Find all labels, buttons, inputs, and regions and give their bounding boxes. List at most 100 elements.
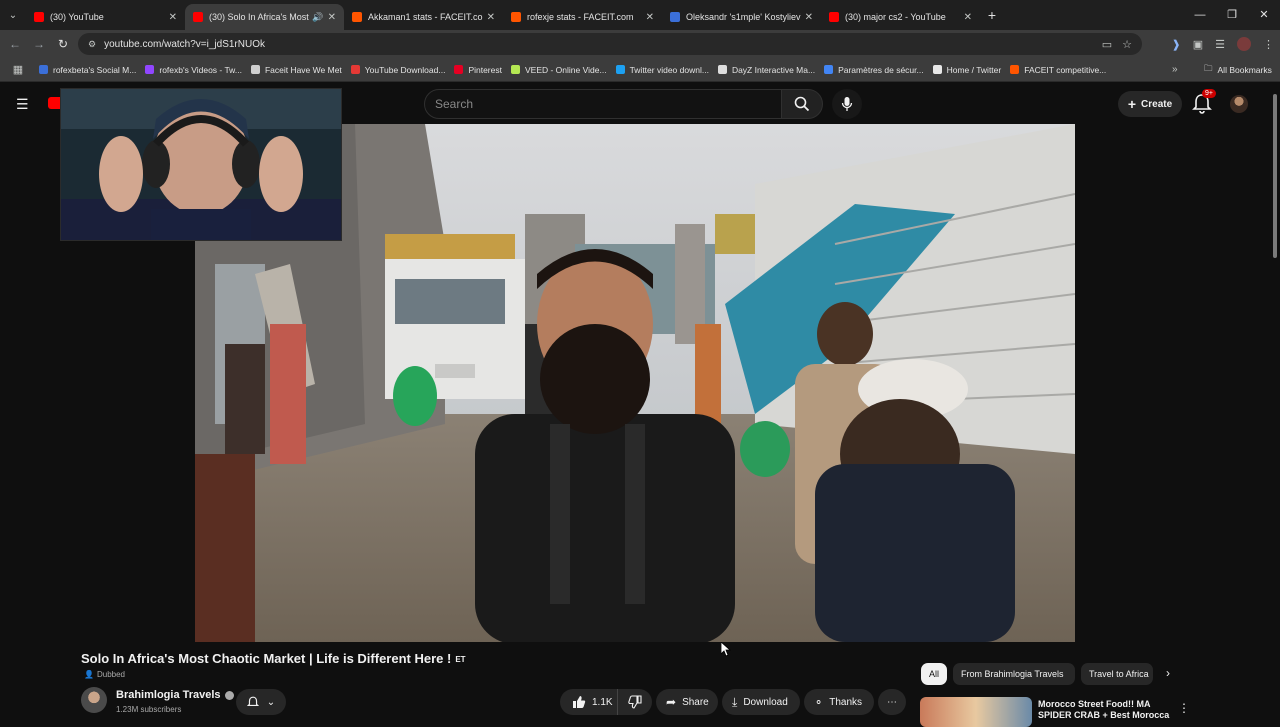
youtube-icon [34, 12, 44, 22]
share-button[interactable]: ➦ Share [656, 689, 718, 715]
tab-close-icon[interactable]: ✕ [169, 12, 177, 23]
tab-close-icon[interactable]: ✕ [328, 12, 336, 23]
search-input[interactable]: Search [424, 89, 782, 119]
forward-icon[interactable]: → [27, 37, 51, 51]
tab-title: Akkaman1 stats - FACEIT.com [368, 12, 483, 22]
bookmark-favicon-icon [615, 65, 625, 74]
bookmark-favicon-icon [510, 65, 520, 74]
bookmark-item[interactable]: rofexbeta's Social M... [39, 65, 136, 75]
tab-close-icon[interactable]: ✕ [964, 12, 972, 23]
tab-title: (30) YouTube [50, 12, 104, 22]
bookmark-label: VEED - Online Vide... [524, 64, 607, 75]
create-label: Create [1141, 98, 1173, 110]
address-bar[interactable]: ⚙ youtube.com/watch?v=i_jdS1rNUOk ▭ ☆ [78, 33, 1142, 55]
download-button[interactable]: ⤓ Download [722, 689, 800, 715]
close-window-icon[interactable]: ✕ [1248, 0, 1280, 30]
bookmark-label: rofexbeta's Social M... [53, 64, 137, 75]
recommended-thumbnail[interactable] [920, 697, 1032, 727]
title-language-flag: ET [455, 655, 466, 664]
subscribed-notifications-button[interactable]: ⌄ [236, 689, 286, 715]
browser-tab[interactable]: (30) major cs2 - YouTube ✕ [821, 4, 980, 30]
chevron-right-icon[interactable]: › [1166, 666, 1170, 680]
bookmark-star-icon[interactable]: ☆ [1122, 38, 1132, 51]
bookmark-item[interactable]: Paramètres de sécur... [824, 65, 924, 75]
browser-tab[interactable]: Akkaman1 stats - FACEIT.com ✕ [344, 4, 503, 30]
chip-all[interactable]: All [921, 663, 947, 685]
browser-tab[interactable]: rofexje stats - FACEIT.com ✕ [503, 4, 662, 30]
like-button[interactable]: 1.1K [560, 689, 618, 715]
voice-search-button[interactable] [832, 89, 862, 119]
dislike-button[interactable] [618, 695, 642, 709]
minimize-icon[interactable]: — [1184, 0, 1216, 30]
address-url[interactable]: youtube.com/watch?v=i_jdS1rNUOk [104, 39, 265, 50]
bookmark-item[interactable]: Twitter video downl... [615, 65, 709, 75]
tab-close-icon[interactable]: ✕ [646, 12, 654, 23]
streamer-camera-image [61, 89, 341, 240]
bookmark-item[interactable]: Home / Twitter [932, 64, 1002, 75]
chip-label: All [929, 669, 940, 679]
search-button[interactable] [781, 89, 823, 119]
thanks-button[interactable]: ⚬ Thanks [804, 689, 874, 715]
bookmark-item[interactable]: FACEIT competitive... [1010, 65, 1106, 75]
media-controls-icon[interactable]: ☰ [1215, 38, 1225, 51]
mouse-cursor-icon [721, 642, 731, 657]
chip-from-channel[interactable]: From Brahimlogia Travels [953, 663, 1075, 685]
all-bookmarks-button[interactable]: 🗀 All Bookmarks [1204, 63, 1272, 77]
share-label: Share [682, 696, 709, 708]
audio-extension-icon[interactable]: ❱ [1172, 38, 1181, 51]
chip-label: From Brahimlogia Travels [961, 669, 1064, 679]
scrollbar-thumb[interactable] [1273, 94, 1277, 258]
channel-name-text[interactable]: Brahimlogia Travels [116, 689, 221, 701]
webcam-overlay [60, 88, 342, 241]
bookmark-item[interactable]: DayZ Interactive Ma... [717, 65, 815, 75]
tab-close-icon[interactable]: ✕ [805, 12, 813, 23]
chip-label: Travel to Africa [1089, 669, 1149, 679]
account-avatar[interactable] [1230, 95, 1248, 113]
bookmark-item[interactable]: YouTube Download... [350, 65, 445, 75]
bookmark-favicon-icon [1010, 65, 1020, 74]
tab-title: (30) major cs2 - YouTube [845, 12, 946, 22]
browser-tab[interactable]: (30) YouTube ✕ [26, 4, 185, 30]
bookmark-favicon-icon [39, 65, 48, 74]
menu-icon[interactable]: ☰ [16, 96, 29, 113]
restore-icon[interactable]: ❐ [1216, 0, 1248, 30]
bookmark-item[interactable]: VEED - Online Vide... [510, 64, 607, 75]
bookmarks-bar: ▦ rofexbeta's Social M... rofexb's Videos… [0, 58, 1280, 82]
bookmark-favicon-icon [350, 65, 360, 74]
dubbed-text: Dubbed [96, 670, 125, 679]
create-button[interactable]: + Create [1118, 91, 1182, 117]
verified-icon [224, 690, 234, 700]
bookmark-item[interactable]: Faceit Have We Met [250, 65, 342, 75]
back-icon[interactable]: ← [3, 37, 27, 51]
tab-audio-icon[interactable]: 🔊 [312, 12, 323, 23]
site-info-icon[interactable]: ⚙ [88, 39, 96, 50]
install-app-icon[interactable]: ▭ [1102, 38, 1112, 51]
reload-icon[interactable]: ↻ [51, 37, 75, 51]
new-tab-button[interactable]: + [980, 7, 1004, 23]
microphone-icon [841, 97, 853, 111]
browser-tab[interactable]: (30) Solo In Africa's Most C 🔊 ✕ [185, 4, 344, 30]
more-bookmarks-icon[interactable]: » [1172, 64, 1178, 75]
window-controls: — ❐ ✕ [1184, 0, 1280, 30]
chip-travel-to-africa[interactable]: Travel to Africa [1081, 663, 1153, 685]
thanks-label: Thanks [829, 696, 863, 708]
more-actions-button[interactable]: ⋯ [878, 689, 906, 715]
bookmark-label: Home / Twitter [946, 64, 1002, 75]
tab-close-icon[interactable]: ✕ [487, 12, 495, 23]
extensions-icon[interactable]: ▣ [1193, 38, 1203, 51]
bookmark-item[interactable]: Pinterest [454, 65, 502, 75]
bookmark-label: rofexb's Videos - Tw... [159, 64, 242, 75]
channel-name[interactable]: Brahimlogia Travels [116, 689, 234, 701]
recommended-menu-icon[interactable]: ⋮ [1178, 701, 1190, 715]
browser-menu-icon[interactable]: ⋮ [1263, 38, 1274, 51]
download-label: Download [743, 696, 788, 708]
browser-tab[interactable]: Oleksandr 's1mple' Kostyliev's C ✕ [662, 4, 821, 30]
bookmark-item[interactable]: rofexb's Videos - Tw... [145, 65, 242, 75]
profile-avatar[interactable] [1237, 37, 1251, 51]
apps-icon[interactable]: ▦ [6, 63, 30, 76]
thumbs-down-icon [628, 695, 642, 709]
liquipedia-icon [670, 12, 680, 22]
channel-avatar[interactable] [81, 687, 107, 713]
recommended-title[interactable]: Morocco Street Food!! MA SPIDER CRAB + B… [1038, 699, 1172, 721]
tab-search-button[interactable]: ⌄ [0, 0, 26, 30]
